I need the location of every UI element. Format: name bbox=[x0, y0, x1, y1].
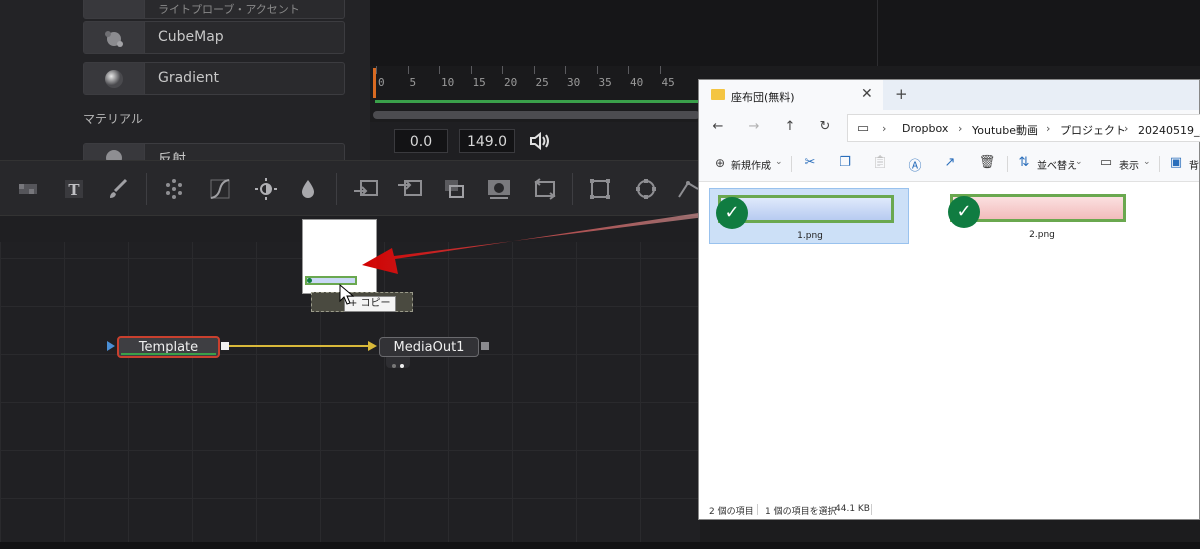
folder-icon bbox=[711, 89, 725, 100]
rename-icon[interactable]: Ⓐ bbox=[906, 155, 924, 174]
checkmark-icon: ✓ bbox=[948, 196, 980, 228]
command-separator bbox=[1007, 156, 1008, 172]
selection-count: 1 個の項目を選択 bbox=[765, 507, 837, 517]
chevron-down-icon: ⌄ bbox=[1143, 157, 1151, 167]
view-button[interactable]: 表示 bbox=[1119, 157, 1139, 172]
explorer-tab-title: 座布団(無料) bbox=[731, 91, 795, 104]
explorer-navigation-bar: ← → ↑ ↻ ▭ › Dropbox › Youtube動画 › プロジェクト… bbox=[699, 110, 1200, 146]
sort-icon: ⇅ bbox=[1018, 155, 1030, 170]
file-item-1[interactable]: ✓ 1.png bbox=[709, 188, 909, 244]
breadcrumb-item[interactable]: Dropbox bbox=[902, 122, 948, 135]
up-arrow-icon[interactable]: ↑ bbox=[781, 119, 799, 134]
background-icon: ▣ bbox=[1169, 155, 1183, 170]
sort-button[interactable]: 並べ替え bbox=[1037, 157, 1077, 172]
explorer-tab-strip: 座布団(無料) ✕ + bbox=[699, 80, 1199, 110]
file-item-2[interactable]: ✓ 2.png bbox=[942, 188, 1142, 244]
breadcrumb-item[interactable]: プロジェクト bbox=[1060, 122, 1126, 138]
new-button[interactable]: 新規作成 bbox=[731, 157, 771, 172]
item-count: 2 個の項目 bbox=[709, 507, 754, 517]
more-button[interactable]: 背 bbox=[1189, 157, 1199, 172]
new-plus-circle-icon: ⊕ bbox=[714, 156, 726, 170]
chevron-down-icon: ⌄ bbox=[1075, 157, 1083, 167]
refresh-icon[interactable]: ↻ bbox=[816, 119, 834, 134]
breadcrumb-chevron-icon: › bbox=[882, 122, 887, 135]
chevron-down-icon: ⌄ bbox=[775, 157, 783, 167]
breadcrumb-chevron-icon: › bbox=[1046, 122, 1051, 135]
computer-icon: ▭ bbox=[856, 121, 870, 136]
close-icon[interactable]: ✕ bbox=[861, 86, 873, 102]
command-separator bbox=[791, 156, 792, 172]
delete-icon[interactable]: 🗑︎ bbox=[978, 155, 996, 170]
address-bar[interactable]: ▭ › Dropbox › Youtube動画 › プロジェクト › 20240… bbox=[847, 114, 1200, 142]
file-explorer-window: 座布団(無料) ✕ + ← → ↑ ↻ ▭ › Dropbox › Youtub… bbox=[698, 79, 1200, 520]
cut-icon[interactable]: ✂ bbox=[801, 155, 819, 170]
breadcrumb-item[interactable]: Youtube動画 bbox=[972, 122, 1038, 138]
file-name: 1.png bbox=[797, 231, 823, 241]
forward-arrow-icon[interactable]: → bbox=[745, 119, 763, 134]
back-arrow-icon[interactable]: ← bbox=[709, 119, 727, 134]
status-separator bbox=[757, 504, 758, 515]
selection-size: 44.1 KB bbox=[835, 504, 870, 514]
explorer-command-bar: ⊕ 新規作成 ⌄ ✂ ❐ 📋︎ Ⓐ ↗ 🗑︎ ⇅ 並べ替え ⌄ ▭ 表示 ⌄ ▣… bbox=[699, 146, 1199, 182]
mouse-cursor-icon bbox=[339, 284, 355, 305]
new-tab-plus-icon[interactable]: + bbox=[895, 85, 908, 103]
explorer-status-bar: 2 個の項目 1 個の項目を選択 44.1 KB bbox=[699, 500, 1199, 520]
checkmark-icon: ✓ bbox=[716, 197, 748, 229]
paste-icon[interactable]: 📋︎ bbox=[871, 155, 889, 170]
view-icon: ▭ bbox=[1099, 155, 1113, 170]
explorer-tab[interactable]: 座布団(無料) ✕ bbox=[699, 80, 883, 110]
breadcrumb-chevron-icon: › bbox=[958, 122, 963, 135]
status-separator bbox=[871, 504, 872, 515]
copy-icon[interactable]: ❐ bbox=[836, 155, 854, 170]
breadcrumb-item[interactable]: 20240519_座布 bbox=[1138, 122, 1200, 138]
command-separator bbox=[1159, 156, 1160, 172]
breadcrumb-chevron-icon: › bbox=[1124, 122, 1129, 135]
file-name: 2.png bbox=[1029, 230, 1055, 240]
share-icon[interactable]: ↗ bbox=[941, 155, 959, 170]
